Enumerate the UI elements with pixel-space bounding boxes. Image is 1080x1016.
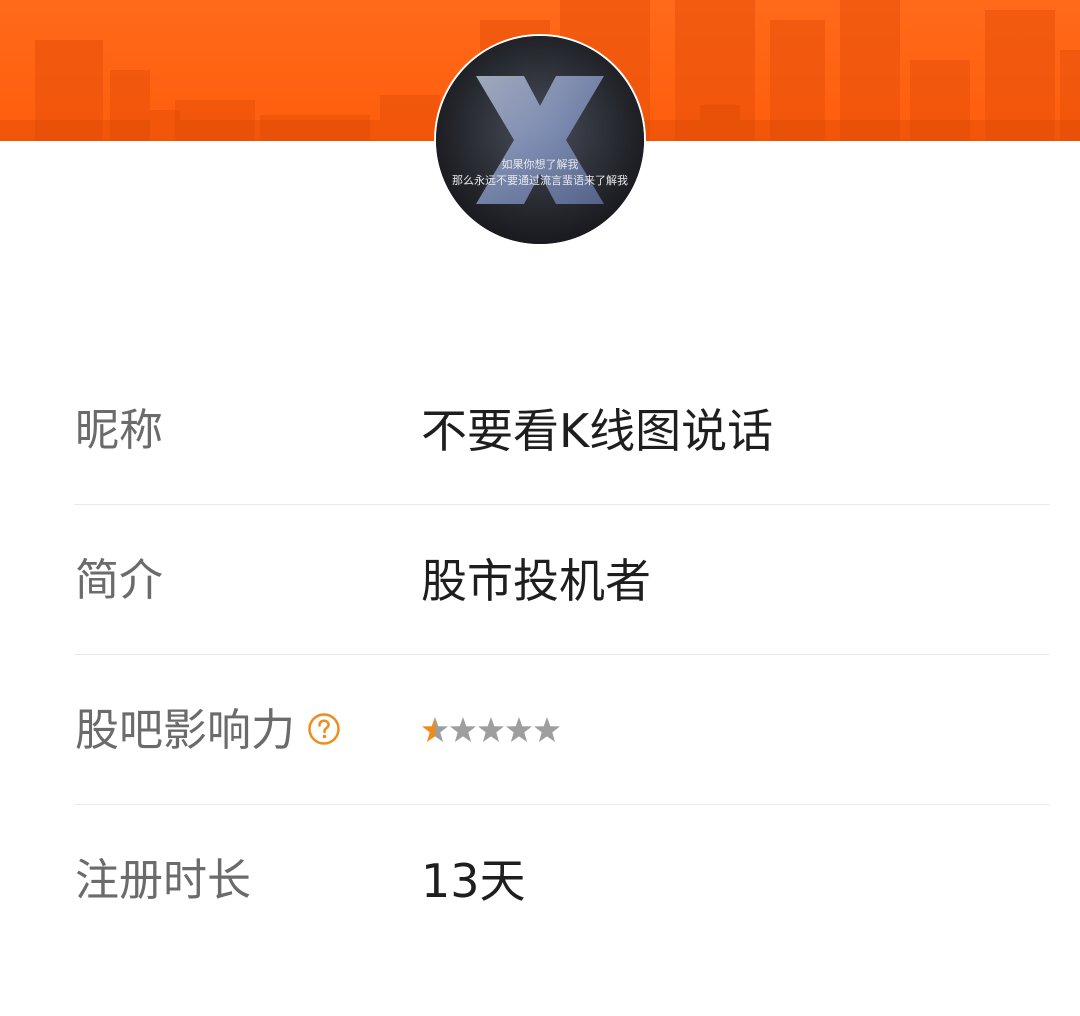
star-icon <box>422 717 448 742</box>
avatar-caption-line1: 如果你想了解我 <box>502 157 579 171</box>
star-icon <box>478 717 504 742</box>
user-avatar[interactable]: 如果你想了解我 那么永远不要通过流言蜚语来了解我 <box>436 36 644 244</box>
registration-duration-row: 注册时长 13天 <box>75 805 1050 955</box>
nickname-row: 昵称 不要看K线图说话 <box>75 355 1050 505</box>
registration-duration-value: 13天 <box>421 854 526 908</box>
influence-label-group: 股吧影响力 <box>75 705 341 757</box>
nickname-value: 不要看K线图说话 <box>421 404 774 458</box>
nickname-label: 昵称 <box>75 405 163 456</box>
bio-label: 简介 <box>75 555 163 606</box>
influence-label: 股吧影响力 <box>75 705 295 756</box>
influence-row: 股吧影响力 <box>75 655 1050 805</box>
bio-value: 股市投机者 <box>421 554 651 608</box>
bio-row: 简介 股市投机者 <box>75 505 1050 655</box>
help-circle-icon[interactable] <box>307 712 341 746</box>
star-icon <box>506 717 532 742</box>
registration-duration-label: 注册时长 <box>75 855 251 906</box>
profile-info-list: 昵称 不要看K线图说话 简介 股市投机者 股吧影响力 注册时长 13天 <box>75 355 1050 955</box>
influence-star-rating <box>421 713 561 745</box>
avatar-caption-line2: 那么永远不要通过流言蜚语来了解我 <box>452 173 628 187</box>
star-icon <box>534 717 560 742</box>
star-icon <box>450 717 476 742</box>
